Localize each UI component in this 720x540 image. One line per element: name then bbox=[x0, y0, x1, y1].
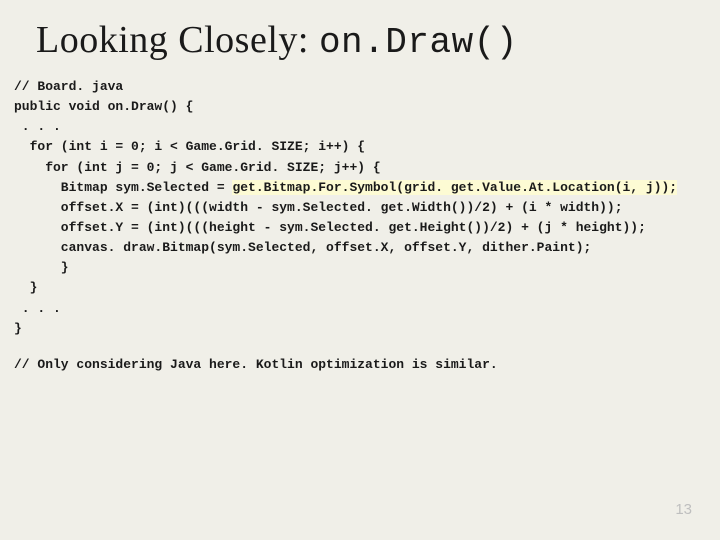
code-line: } bbox=[14, 260, 69, 275]
code-line: for (int j = 0; j < Game.Grid. SIZE; j++… bbox=[14, 160, 381, 175]
code-line: . . . bbox=[14, 119, 61, 134]
title-mono: on.Draw() bbox=[319, 22, 518, 63]
footnote: // Only considering Java here. Kotlin op… bbox=[14, 357, 706, 372]
code-block: // Board. java public void on.Draw() { .… bbox=[14, 77, 706, 339]
code-line: } bbox=[14, 321, 22, 336]
slide-title: Looking Closely: on.Draw() bbox=[36, 18, 706, 63]
code-highlight: get.Bitmap.For.Symbol(grid. get.Value.At… bbox=[232, 180, 677, 195]
slide: Looking Closely: on.Draw() // Board. jav… bbox=[0, 0, 720, 540]
code-line: offset.X = (int)(((width - sym.Selected.… bbox=[14, 200, 623, 215]
page-number: 13 bbox=[675, 501, 692, 518]
code-line: for (int i = 0; i < Game.Grid. SIZE; i++… bbox=[14, 139, 365, 154]
code-line: } bbox=[14, 280, 37, 295]
code-line: public void on.Draw() { bbox=[14, 99, 193, 114]
code-line: offset.Y = (int)(((height - sym.Selected… bbox=[14, 220, 646, 235]
code-line: Bitmap sym.Selected = bbox=[14, 180, 232, 195]
code-line: // Board. java bbox=[14, 79, 123, 94]
code-line: . . . bbox=[14, 301, 61, 316]
title-text: Looking Closely: bbox=[36, 19, 319, 61]
code-line: canvas. draw.Bitmap(sym.Selected, offset… bbox=[14, 240, 591, 255]
